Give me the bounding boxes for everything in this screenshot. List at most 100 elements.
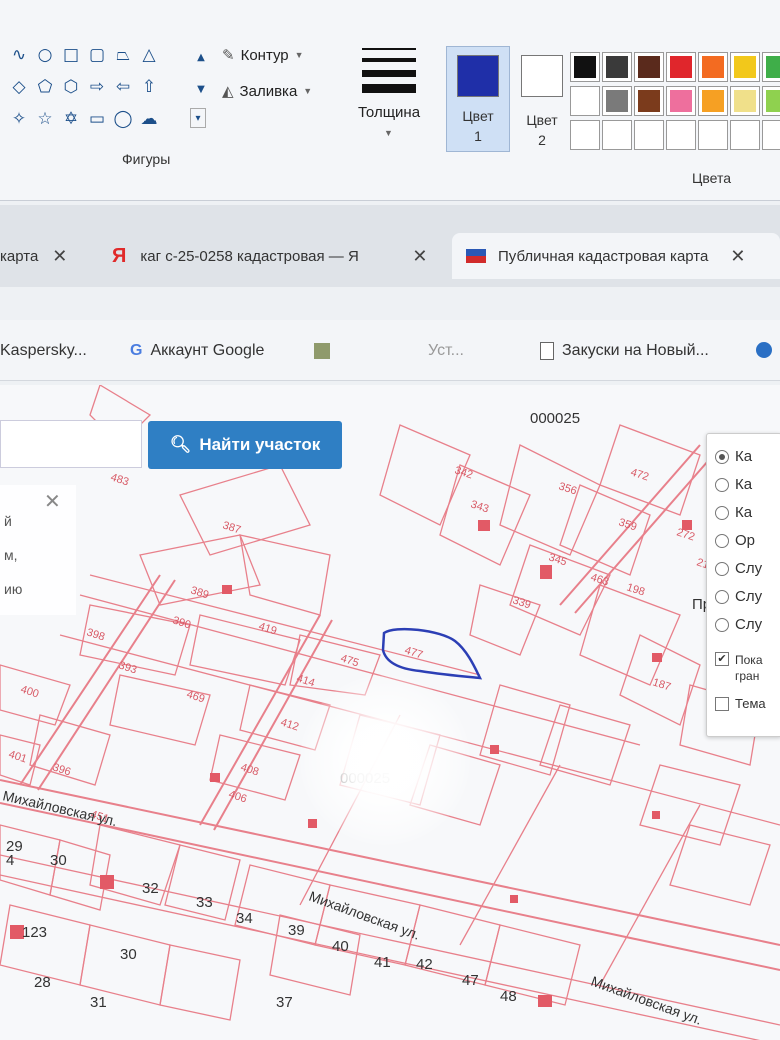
layer-option[interactable]: Ор <box>715 532 755 549</box>
layer-option[interactable]: Слу <box>715 560 762 577</box>
palette-color[interactable] <box>634 86 664 116</box>
shape-tool[interactable]: ☆ <box>34 108 56 130</box>
plot-number[interactable]: 469 <box>185 688 206 705</box>
layer-option[interactable]: Слу <box>715 616 762 633</box>
radio-button[interactable] <box>715 617 729 632</box>
plot-number[interactable]: 412 <box>279 716 300 733</box>
close-icon[interactable]: ✕ <box>412 246 427 267</box>
palette-color[interactable] <box>762 86 780 116</box>
palette-color[interactable] <box>730 52 760 82</box>
plot-number[interactable]: 483 <box>109 471 130 488</box>
shape-tool[interactable]: ✧ <box>8 108 30 130</box>
fill-button[interactable]: ◭ Заливка ▼ <box>222 82 312 100</box>
close-icon[interactable]: ✕ <box>730 246 745 267</box>
plot-number[interactable]: 396 <box>51 761 72 778</box>
tab-map[interactable]: карта ✕ <box>0 233 90 279</box>
find-plot-button[interactable]: 🔍︎ Найти участок <box>148 421 342 469</box>
plot-number[interactable]: 187 <box>651 676 672 693</box>
palette-color[interactable] <box>634 52 664 82</box>
gallery-expand[interactable]: ▾ <box>190 108 206 128</box>
gallery-scroll-down[interactable]: ▼ <box>190 78 212 100</box>
palette-color[interactable] <box>602 52 632 82</box>
plot-number[interactable]: 339 <box>511 594 532 611</box>
tab-yandex-search[interactable]: Я каг с-25-0258 кадастровая — Я ✕ <box>112 233 442 279</box>
plot-number[interactable]: 475 <box>339 652 360 669</box>
radio-button[interactable] <box>715 477 729 492</box>
radio-button[interactable] <box>715 589 729 604</box>
bookmark-google-account[interactable]: G Аккаунт Google <box>130 342 264 360</box>
bookmark-more[interactable] <box>756 342 772 358</box>
checkbox-unchecked[interactable] <box>715 696 729 711</box>
plot-number[interactable]: 477 <box>403 644 424 661</box>
palette-color[interactable] <box>762 120 780 150</box>
palette-color[interactable] <box>730 120 760 150</box>
shape-tool[interactable]: ⬠ <box>34 76 56 98</box>
bookmark-kaspersky[interactable]: Kaspersky... <box>0 342 87 360</box>
outline-button[interactable]: ✎ Контур ▼ <box>222 46 304 64</box>
palette-color[interactable] <box>762 52 780 82</box>
shape-tool[interactable]: ◇ <box>8 76 30 98</box>
cadastral-map[interactable]: 483 387 389 390 419 398 393 400 469 401 396 451 475 4… <box>0 385 780 1040</box>
gallery-scroll-up[interactable]: ▲ <box>190 46 212 68</box>
theme-checkbox[interactable]: Тема <box>715 696 766 711</box>
plot-number[interactable]: 356 <box>557 480 578 497</box>
radio-button[interactable] <box>715 505 729 520</box>
plot-number[interactable]: 343 <box>469 498 490 515</box>
plot-number[interactable]: 401 <box>7 748 28 765</box>
palette-color[interactable] <box>698 86 728 116</box>
palette-color[interactable] <box>570 120 600 150</box>
shape-tool[interactable]: ☁ <box>138 108 160 130</box>
plot-number[interactable]: 390 <box>171 614 192 631</box>
show-borders-checkbox[interactable]: ✔ Пока гран <box>715 652 763 684</box>
plot-number[interactable]: 408 <box>239 761 260 778</box>
shape-tool[interactable]: ✡ <box>60 108 82 130</box>
palette-color[interactable] <box>666 86 696 116</box>
plot-number[interactable]: 393 <box>117 659 138 676</box>
search-input[interactable] <box>0 420 142 468</box>
bookmark-snacks[interactable]: Закуски на Новый... <box>540 342 709 360</box>
palette-color[interactable] <box>730 86 760 116</box>
plot-number[interactable]: 272 <box>675 526 696 543</box>
shape-tool[interactable]: ⇦ <box>112 76 134 98</box>
shape-tool[interactable]: ⇧ <box>138 76 160 98</box>
bookmark-gosuslugi[interactable]: Уст... <box>314 342 464 360</box>
radio-button[interactable] <box>715 449 729 464</box>
plot-number[interactable]: 472 <box>629 466 650 483</box>
palette-color[interactable] <box>666 52 696 82</box>
shape-tool[interactable]: □ <box>60 44 82 66</box>
shape-tool[interactable]: △ <box>138 44 160 66</box>
palette-color[interactable] <box>602 86 632 116</box>
close-icon[interactable]: ✕ <box>52 246 67 267</box>
palette-color[interactable] <box>570 86 600 116</box>
plot-number[interactable]: 398 <box>85 626 106 643</box>
palette-color[interactable] <box>698 120 728 150</box>
shape-tool[interactable]: ⏢ <box>112 44 134 66</box>
plot-number[interactable]: 400 <box>19 683 40 700</box>
palette-color[interactable] <box>602 120 632 150</box>
checkbox-checked[interactable]: ✔ <box>715 652 729 666</box>
shape-tool[interactable]: ▭ <box>86 108 108 130</box>
palette-color[interactable] <box>570 52 600 82</box>
palette-color[interactable] <box>698 52 728 82</box>
shape-tool[interactable]: ◯ <box>112 108 134 130</box>
layer-option[interactable]: Ка <box>715 476 752 493</box>
shape-tool[interactable]: ∿ <box>8 44 30 66</box>
color2-button[interactable]: Цвет 2 <box>510 46 574 152</box>
plot-number[interactable]: 414 <box>295 672 316 689</box>
layer-option[interactable]: Ка <box>715 504 752 521</box>
layer-option[interactable]: Ка <box>715 448 752 465</box>
layer-option[interactable]: Слу <box>715 588 762 605</box>
palette-color[interactable] <box>634 120 664 150</box>
thickness-button[interactable]: Толщина ▼ <box>352 40 426 150</box>
shape-tool[interactable]: ○ <box>34 44 56 66</box>
shape-tool[interactable]: ⬡ <box>60 76 82 98</box>
color1-button[interactable]: Цвет 1 <box>446 46 510 152</box>
map-canvas[interactable]: 483387389390 419398393400 4694013964514754… <box>0 385 780 1040</box>
plot-number[interactable]: 387 <box>221 519 242 536</box>
radio-button[interactable] <box>715 561 729 576</box>
close-icon[interactable]: ✕ <box>44 489 61 514</box>
tab-cadastral-map[interactable]: Публичная кадастровая карта ✕ <box>452 233 780 279</box>
shape-tool[interactable]: ⇨ <box>86 76 108 98</box>
radio-button[interactable] <box>715 533 729 548</box>
palette-color[interactable] <box>666 120 696 150</box>
